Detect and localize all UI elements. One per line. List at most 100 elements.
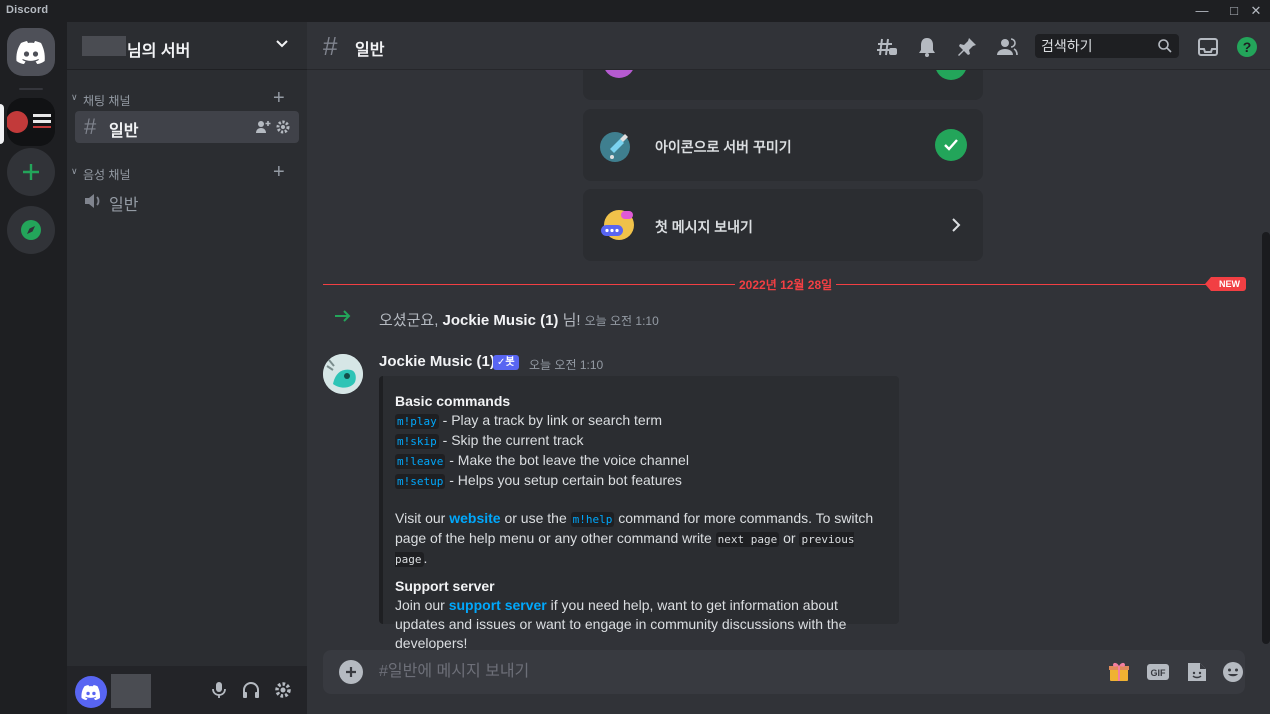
create-channel-icon[interactable]: + [273, 87, 285, 110]
app-title: Discord [6, 4, 49, 16]
support-paragraph: Join our support server if you need help… [395, 596, 887, 653]
svg-text:GIF: GIF [1151, 668, 1167, 678]
command-line: m!skip - Skip the current track [395, 431, 887, 451]
join-system-message: 오셨군요, Jockie Music (1) 님! 오늘 오전 1:10 [307, 306, 1270, 330]
close-icon[interactable]: ✕ [1240, 1, 1270, 21]
command-line: m!leave - Make the bot leave the voice c… [395, 451, 887, 471]
search-icon [1158, 39, 1172, 53]
invite-icon[interactable] [255, 119, 271, 135]
timestamp: 오늘 오전 1:10 [529, 358, 604, 372]
command-code: m!skip [395, 434, 439, 449]
hash-icon: # [84, 114, 97, 139]
command-code: m!setup [395, 474, 446, 489]
text-span: Join our [395, 597, 449, 613]
discord-logo-icon [81, 684, 101, 700]
plus-icon [23, 164, 39, 180]
redacted-username [82, 36, 126, 56]
command-desc: - Play a track by link or search term [438, 412, 663, 428]
help-paragraph: Visit our website or use the m!help comm… [395, 509, 887, 569]
svg-text:?: ? [1243, 39, 1252, 55]
emoji-icon[interactable] [1221, 660, 1245, 684]
threads-icon[interactable] [876, 36, 898, 58]
help-command-code: m!help [570, 512, 615, 527]
user-panel [67, 666, 307, 714]
card-label: 아이콘으로 서버 꾸미기 [655, 139, 792, 155]
pin-icon[interactable] [956, 36, 978, 58]
attach-button[interactable] [339, 660, 363, 684]
command-desc: - Make the bot leave the voice channel [445, 452, 689, 468]
message-input[interactable] [379, 661, 1079, 683]
compass-icon [21, 220, 41, 240]
minimize-icon[interactable]: — [1186, 1, 1218, 21]
hash-icon: # [323, 31, 338, 61]
search-box[interactable] [1035, 34, 1179, 58]
collapse-arrow-icon: ∨ [71, 92, 78, 102]
gift-icon[interactable] [1107, 660, 1131, 684]
check-icon [935, 129, 967, 161]
text-span: Visit our [395, 510, 450, 526]
embed-heading: Basic commands [395, 393, 511, 409]
join-arrow-icon [335, 310, 351, 322]
sticker-icon[interactable] [1185, 660, 1209, 684]
speaker-icon [85, 194, 100, 208]
channel-item-general-text[interactable]: # 일반 [75, 111, 299, 143]
next-page-code: next page [715, 532, 780, 547]
inbox-icon[interactable] [1197, 36, 1219, 58]
headphones-icon[interactable] [241, 680, 261, 700]
message-author[interactable]: Jockie Music (1) [379, 353, 495, 370]
paint-brush-icon [600, 132, 630, 162]
create-channel-icon[interactable]: + [273, 161, 285, 184]
new-messages-divider: 2022년 12월 28일 NEW [323, 276, 1246, 293]
category-text-channels[interactable]: ∨ 채팅 채널 + [67, 87, 307, 110]
new-badge: NEW [1205, 277, 1246, 291]
home-button[interactable] [7, 28, 55, 76]
collapse-arrow-icon: ∨ [71, 166, 78, 176]
embed-body: Basic commands m!play - Play a track by … [395, 392, 887, 653]
members-icon[interactable] [996, 36, 1018, 58]
selected-server-indicator [0, 104, 4, 144]
channel-item-general-voice[interactable]: 일반 [75, 185, 299, 217]
redacted-username [111, 674, 151, 708]
avatar[interactable] [75, 676, 107, 708]
chevron-down-icon[interactable] [273, 35, 291, 53]
scrollbar[interactable] [1262, 232, 1270, 644]
explore-servers-button[interactable] [7, 206, 55, 254]
bell-icon[interactable] [916, 36, 938, 58]
avatar[interactable] [323, 354, 363, 394]
text-span: or use the [500, 510, 571, 526]
category-label: 음성 채널 [83, 168, 131, 182]
timestamp: 오늘 오전 1:10 [584, 314, 659, 328]
add-server-button[interactable] [7, 148, 55, 196]
gif-icon[interactable]: GIF [1146, 660, 1170, 684]
category-label: 채팅 채널 [83, 94, 131, 108]
channel-label: 일반 [109, 197, 139, 214]
message-embed: Basic commands m!play - Play a track by … [379, 376, 899, 651]
microphone-icon[interactable] [209, 680, 229, 700]
server-icon-jockie[interactable] [7, 98, 55, 146]
server-header[interactable]: 님의 서버 [67, 22, 307, 70]
command-line: m!play - Play a track by link or search … [395, 411, 887, 431]
jockie-server-icon [7, 98, 55, 146]
setup-card-customize-icon[interactable]: 아이콘으로 서버 꾸미기 [583, 109, 983, 181]
channel-sidebar: 님의 서버 ∨ 채팅 채널 + # 일반 ∨ 음성 채널 + 일반 [67, 22, 307, 714]
website-link[interactable]: website [449, 510, 500, 526]
system-message-text: 오셨군요, Jockie Music (1) 님! 오늘 오전 1:10 [379, 309, 659, 330]
search-input[interactable] [1041, 37, 1151, 55]
help-icon[interactable]: ? [1236, 36, 1258, 58]
category-voice-channels[interactable]: ∨ 음성 채널 + [67, 161, 307, 184]
bot-badge: ✓봇 [493, 355, 519, 370]
chat-bubble-icon [601, 210, 634, 240]
joined-user[interactable]: Jockie Music (1) [443, 312, 559, 329]
message-composer: GIF [323, 650, 1245, 694]
welcome-suffix: 님! [558, 312, 581, 329]
embed-heading: Support server [395, 578, 495, 594]
command-line: m!setup - Helps you setup certain bot fe… [395, 471, 887, 491]
support-server-link[interactable]: support server [449, 597, 547, 613]
chat-main: # 일반 ? [307, 22, 1270, 714]
channel-title: 일반 [355, 42, 385, 59]
settings-icon[interactable] [273, 680, 293, 700]
gear-icon[interactable] [275, 119, 291, 135]
rail-separator [19, 88, 43, 90]
plus-icon [346, 667, 356, 677]
setup-card-first-message[interactable]: 첫 메시지 보내기 [583, 189, 983, 261]
